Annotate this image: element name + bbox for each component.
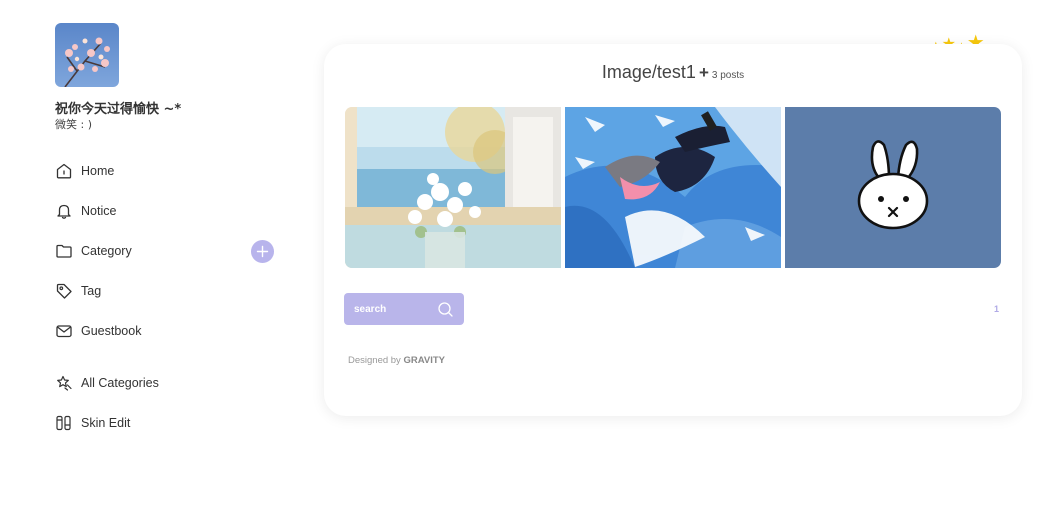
category-heading: Image/test1 +3 posts <box>324 62 1022 83</box>
nav-home-label: Home <box>81 164 115 178</box>
add-category-button[interactable] <box>251 240 274 263</box>
post-thumbnail[interactable] <box>345 107 561 268</box>
post-thumbnail[interactable] <box>785 107 1001 268</box>
nav-tag[interactable]: Tag <box>55 281 101 301</box>
folder-icon <box>55 242 73 260</box>
blog-title: 祝你今天过得愉快 ~* <box>55 102 182 117</box>
category-card: Image/test1 +3 posts search 1 Designed b… <box>324 44 1022 416</box>
thumbnail-image-bunny <box>785 107 1001 268</box>
bell-icon <box>55 202 73 220</box>
nav-guestbook[interactable]: Guestbook <box>55 321 141 341</box>
brush-icon <box>55 414 73 432</box>
nav-notice[interactable]: Notice <box>55 201 116 221</box>
stars-icon <box>55 374 73 392</box>
nav-category[interactable]: Category <box>55 241 132 261</box>
category-plus: + <box>698 63 709 82</box>
nav-category-label: Category <box>81 244 132 258</box>
avatar-image <box>55 23 119 87</box>
mail-icon <box>55 322 73 340</box>
nav-all-categories-label: All Categories <box>81 376 159 390</box>
sidebar: 祝你今天过得愉快 ~* 微笑 : ) Home Notice Category … <box>0 0 300 524</box>
thumbnail-image-flowers <box>345 107 561 268</box>
category-title: Image/test1 <box>601 62 696 82</box>
pagination-current-page[interactable]: 1 <box>994 304 999 314</box>
blog-subtitle: 微笑 : ) <box>55 118 92 131</box>
search-input[interactable] <box>354 303 434 315</box>
nav-skin-edit[interactable]: Skin Edit <box>55 413 130 433</box>
nav-skin-edit-label: Skin Edit <box>81 416 131 430</box>
tag-icon <box>55 282 73 300</box>
post-gallery <box>345 107 1001 268</box>
footer-designed-by: Designed by <box>348 355 401 366</box>
plus-icon <box>256 245 269 258</box>
nav-tag-label: Tag <box>81 284 102 298</box>
nav-home[interactable]: Home <box>55 161 114 181</box>
footer-brand-link[interactable]: GRAVITY <box>403 355 445 366</box>
thumbnail-image-anime <box>565 107 781 268</box>
nav-all-categories[interactable]: All Categories <box>55 373 159 393</box>
search-icon[interactable] <box>437 301 454 318</box>
home-icon <box>55 162 73 180</box>
footer-credit: Designed by GRAVITY <box>348 355 445 366</box>
nav-notice-label: Notice <box>81 204 117 218</box>
post-count: 3 posts <box>711 70 745 81</box>
avatar[interactable] <box>55 23 119 87</box>
nav-guestbook-label: Guestbook <box>81 324 142 338</box>
post-thumbnail[interactable] <box>565 107 781 268</box>
search-bar <box>344 293 464 325</box>
